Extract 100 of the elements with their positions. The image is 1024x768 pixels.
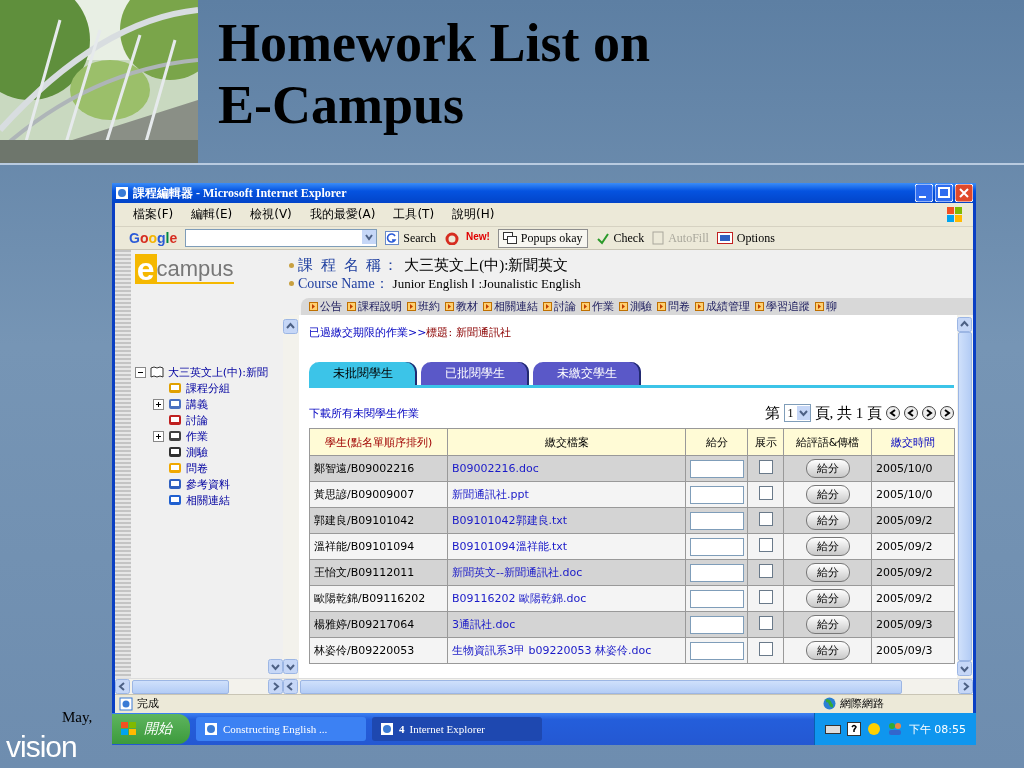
minimize-icon[interactable] (915, 184, 933, 202)
grade-button[interactable]: 給分 (805, 485, 850, 504)
score-field[interactable] (690, 615, 744, 634)
column-header: 給分 (685, 428, 748, 456)
nav-link[interactable]: 測驗 (619, 299, 652, 314)
course-name-label: 課 程 名 稱： (298, 255, 401, 275)
tree-item[interactable]: 課程分組 (185, 380, 230, 396)
nav-link[interactable]: 公告 (309, 299, 342, 314)
show-checkbox[interactable] (758, 564, 773, 578)
menu-item[interactable]: 檢視(V) (250, 206, 292, 223)
nav-link[interactable]: 班約 (407, 299, 440, 314)
nav-link[interactable]: 作業 (581, 299, 614, 314)
show-checkbox[interactable] (758, 642, 773, 656)
horizontal-scrollbar[interactable] (115, 678, 283, 694)
vertical-scrollbar[interactable] (283, 315, 299, 678)
show-checkbox[interactable] (758, 460, 773, 474)
bullet-icon (657, 302, 666, 311)
tab[interactable]: 未繳交學生 (533, 362, 641, 385)
time-cell: 2005/09/2 (871, 559, 955, 586)
menu-item[interactable]: 說明(H) (452, 206, 495, 223)
nav-link[interactable]: 成績管理 (695, 299, 750, 314)
spell-check-button[interactable]: Check (595, 230, 645, 246)
keyboard-icon[interactable] (824, 723, 841, 735)
last-page-icon[interactable] (940, 406, 954, 420)
tree-item[interactable]: 討論 (185, 412, 208, 428)
grade-button[interactable]: 給分 (805, 511, 850, 530)
time-cell: 2005/09/3 (871, 611, 955, 638)
grade-button[interactable]: 給分 (805, 537, 850, 556)
bullet-icon (543, 302, 552, 311)
grade-button[interactable]: 給分 (805, 563, 850, 582)
student-cell: 歐陽乾錦/B09116202 (309, 585, 448, 612)
nav-link[interactable]: 討論 (543, 299, 576, 314)
first-page-icon[interactable] (886, 406, 900, 420)
vertical-scrollbar[interactable] (957, 315, 973, 678)
search-button[interactable]: Search (385, 230, 436, 246)
file-link[interactable]: 新聞通訊社.ppt (452, 488, 529, 501)
collapse-toggle[interactable] (134, 366, 146, 378)
tree-item[interactable]: 大三英文上(中):新聞 (167, 364, 268, 380)
grade-button[interactable]: 給分 (805, 589, 850, 608)
nav-link[interactable]: 相關連結 (483, 299, 538, 314)
google-logo[interactable]: Google (129, 230, 178, 246)
news-button[interactable]: New! (443, 231, 490, 245)
show-checkbox[interactable] (758, 512, 773, 526)
tree-item[interactable]: 參考資料 (185, 476, 230, 492)
score-field[interactable] (690, 485, 744, 504)
taskbar-button[interactable]: Constructing English ... (196, 717, 366, 741)
search-field[interactable] (185, 229, 378, 247)
time-cell: 2005/09/3 (871, 637, 955, 664)
grade-button[interactable]: 給分 (805, 615, 850, 634)
nav-link[interactable]: 教材 (445, 299, 478, 314)
score-field[interactable] (690, 459, 744, 478)
file-link[interactable]: 3通訊社.doc (452, 618, 516, 631)
score-field[interactable] (690, 641, 744, 660)
close-icon[interactable] (955, 184, 973, 202)
show-checkbox[interactable] (758, 486, 773, 500)
windows-flag-icon (945, 205, 965, 224)
nav-link[interactable]: 聊 (815, 299, 837, 314)
expand-toggle[interactable] (152, 398, 164, 410)
grade-button[interactable]: 給分 (805, 459, 850, 478)
tree-item[interactable]: 相關連結 (185, 492, 230, 508)
ecampus-logo: ecampus (134, 254, 235, 284)
app-icon (204, 722, 218, 736)
menu-item[interactable]: 檔案(F) (133, 206, 174, 223)
previous-page-icon[interactable] (904, 406, 918, 420)
next-page-icon[interactable] (922, 406, 936, 420)
score-field[interactable] (690, 511, 744, 530)
taskbar-button[interactable]: 4 Internet Explorer (372, 717, 542, 741)
tree-item[interactable]: 問卷 (185, 460, 208, 476)
show-checkbox[interactable] (758, 616, 773, 630)
nav-link[interactable]: 學習追蹤 (755, 299, 810, 314)
menu-item[interactable]: 工具(T) (393, 206, 435, 223)
maximize-icon[interactable] (935, 184, 953, 202)
show-checkbox[interactable] (758, 538, 773, 552)
score-field[interactable] (690, 537, 744, 556)
window-icon (716, 232, 733, 244)
menu-item[interactable]: 我的最愛(A) (309, 206, 376, 223)
options-button[interactable]: Options (716, 230, 775, 246)
menu-item[interactable]: 編輯(E) (191, 206, 233, 223)
horizontal-scrollbar[interactable] (283, 678, 973, 694)
column-header[interactable]: 繳交時間 (871, 428, 955, 456)
help-icon[interactable] (846, 722, 861, 736)
tree-item[interactable]: 作業 (185, 428, 208, 444)
tree-item[interactable]: 講義 (185, 396, 208, 412)
nav-link[interactable]: 課程說明 (347, 299, 402, 314)
bullet-icon (309, 302, 318, 311)
tab[interactable]: 未批閱學生 (309, 362, 417, 385)
score-field[interactable] (690, 589, 744, 608)
score-field[interactable] (690, 563, 744, 582)
show-checkbox[interactable] (758, 590, 773, 604)
course-name: 大三英文上(中):新聞英文 (404, 255, 569, 275)
page-select[interactable]: 1 (783, 404, 811, 422)
grade-button[interactable]: 給分 (805, 641, 850, 660)
tree-item[interactable]: 測驗 (185, 444, 208, 460)
file-link[interactable]: B09002216.doc (452, 462, 539, 475)
popups-button[interactable]: Popups okay (497, 228, 588, 248)
tab[interactable]: 已批閱學生 (421, 362, 529, 385)
expand-toggle[interactable] (152, 430, 164, 442)
download-link[interactable]: 下載所有未閱學生作業 (309, 405, 419, 421)
column-header: 展示 (747, 428, 784, 456)
nav-link[interactable]: 問卷 (657, 299, 690, 314)
